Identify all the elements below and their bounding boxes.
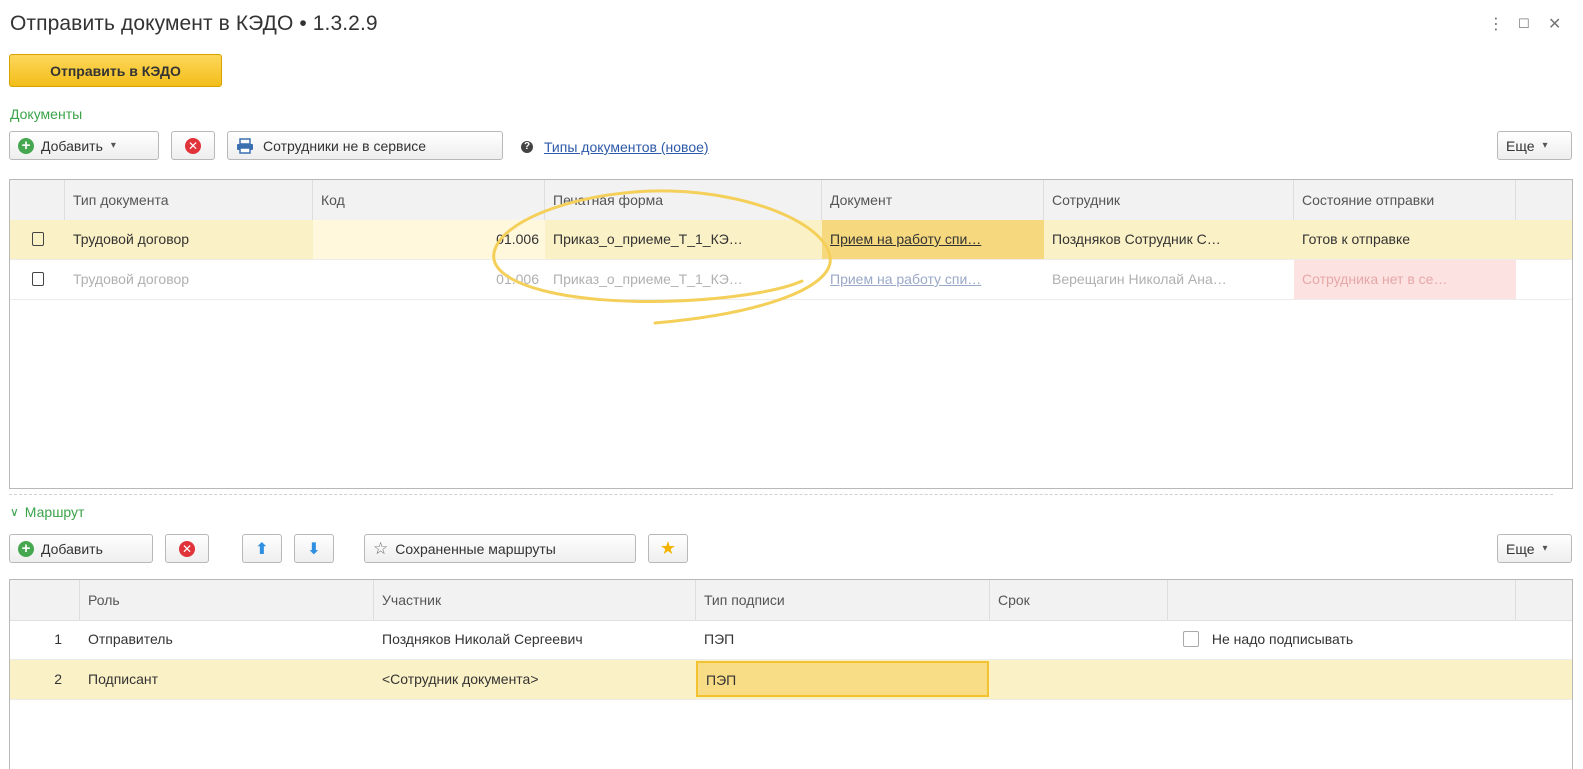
route-section-toggle[interactable]: ∨ Маршрут (10, 504, 84, 520)
saved-routes-label: Сохраненные маршруты (395, 540, 556, 557)
move-up-button[interactable]: ⬆ (242, 534, 282, 563)
table-row[interactable]: 1 Отправитель Поздняков Николай Сергееви… (10, 620, 1572, 660)
header-doc-type[interactable]: Тип документа (65, 180, 313, 220)
header-term[interactable]: Срок (990, 580, 1168, 620)
route-more-label: Еще (1506, 540, 1535, 557)
header-role[interactable]: Роль (80, 580, 374, 620)
section-divider (9, 494, 1553, 495)
no-sign-label: Не надо подписывать (1211, 631, 1354, 647)
cell-num: 1 (54, 631, 62, 647)
chevron-down-icon: ∨ (10, 505, 19, 519)
move-down-button[interactable]: ⬇ (294, 534, 334, 563)
route-section-label: Маршрут (24, 504, 85, 520)
maximize-icon[interactable]: ☐ (1518, 16, 1530, 32)
route-delete-button[interactable]: ✕ (165, 534, 209, 563)
employees-not-in-service-label: Сотрудники не в сервисе (263, 137, 427, 154)
chevron-down-icon: ▾ (1542, 543, 1548, 554)
cell-send-status[interactable]: Сотрудника нет в се… (1294, 260, 1516, 299)
cell-sign-type[interactable]: ПЭП (696, 620, 990, 659)
doc-types-link[interactable]: Типы документов (новое) (544, 139, 709, 155)
arrow-down-icon: ⬇ (307, 540, 321, 558)
route-add-button[interactable]: + Добавить (9, 534, 153, 563)
header-icon-column (10, 180, 65, 220)
route-table: Роль Участник Тип подписи Срок 1 Отправи… (9, 579, 1573, 769)
header-participant[interactable]: Участник (374, 580, 696, 620)
no-sign-checkbox-wrap[interactable]: Не надо подписывать (1175, 620, 1515, 659)
documents-delete-button[interactable]: ✕ (171, 131, 215, 160)
delete-icon: ✕ (185, 137, 201, 154)
document-icon (32, 232, 44, 246)
star-icon: ★ (659, 538, 677, 558)
cell-employee[interactable]: Поздняков Сотрудник С… (1044, 220, 1294, 259)
header-extra (1168, 580, 1516, 620)
cell-participant[interactable]: <Сотрудник документа> (374, 660, 696, 699)
cell-participant[interactable]: Поздняков Николай Сергеевич (374, 620, 696, 659)
header-sign-type[interactable]: Тип подписи (696, 580, 990, 620)
documents-more-button[interactable]: Еще ▾ (1497, 131, 1572, 160)
documents-add-label: Добавить (41, 137, 103, 154)
chevron-down-icon: ▾ (110, 140, 116, 151)
delete-icon: ✕ (179, 540, 195, 557)
chevron-down-icon: ▾ (1542, 140, 1548, 151)
window-title: Отправить документ в КЭДО • 1.3.2.9 (10, 12, 378, 35)
cell-doc-type[interactable]: Трудовой договор (65, 220, 313, 259)
cell-extra (1168, 660, 1516, 699)
cell-num: 2 (54, 671, 62, 687)
cell-term[interactable] (990, 620, 1168, 659)
table-row[interactable]: 2 Подписант <Сотрудник документа> ПЭП (10, 660, 1572, 700)
printer-icon (237, 137, 253, 154)
highlight-annotation (492, 189, 832, 325)
arrow-up-icon: ⬆ (255, 540, 269, 558)
row-doc-icon-cell (24, 220, 64, 259)
plus-icon: + (18, 137, 34, 154)
cell-employee[interactable]: Верещагин Николай Ана… (1044, 260, 1294, 299)
cell-role[interactable]: Подписант (80, 660, 374, 699)
header-send-status[interactable]: Состояние отправки (1294, 180, 1516, 220)
documents-table: Тип документа Код Печатная форма Докумен… (9, 179, 1573, 489)
header-num-column (10, 580, 80, 620)
cell-doc-type[interactable]: Трудовой договор (65, 260, 313, 299)
row-doc-icon-cell (24, 260, 64, 299)
more-icon[interactable]: ⋮ (1488, 14, 1504, 34)
header-employee[interactable]: Сотрудник (1044, 180, 1294, 220)
documents-section-label: Документы (10, 106, 83, 122)
cell-send-status[interactable]: Готов к отправке (1294, 220, 1516, 259)
doc-types-group: ? Типы документов (новое) (521, 139, 709, 155)
route-add-label: Добавить (41, 540, 103, 557)
no-sign-checkbox[interactable] (1183, 631, 1199, 648)
cell-sign-type-active[interactable]: ПЭП (696, 661, 989, 697)
cell-term[interactable] (990, 660, 1168, 699)
close-icon[interactable]: ✕ (1548, 14, 1561, 34)
cell-role[interactable]: Отправитель (80, 620, 374, 659)
employees-not-in-service-button[interactable]: Сотрудники не в сервисе (227, 131, 503, 160)
plus-icon: + (18, 540, 34, 557)
star-outline-icon: ☆ (373, 538, 389, 558)
documents-add-button[interactable]: + Добавить ▾ (9, 131, 159, 160)
saved-routes-button[interactable]: ☆ Сохраненные маршруты (364, 534, 636, 563)
favorite-route-button[interactable]: ★ (648, 534, 688, 563)
route-table-header: Роль Участник Тип подписи Срок (10, 580, 1572, 621)
send-to-kedo-button[interactable]: Отправить в КЭДО (9, 54, 222, 87)
route-more-button[interactable]: Еще ▾ (1497, 534, 1572, 563)
help-icon[interactable]: ? (521, 141, 533, 153)
documents-more-label: Еще (1506, 137, 1535, 154)
document-icon (32, 272, 44, 286)
